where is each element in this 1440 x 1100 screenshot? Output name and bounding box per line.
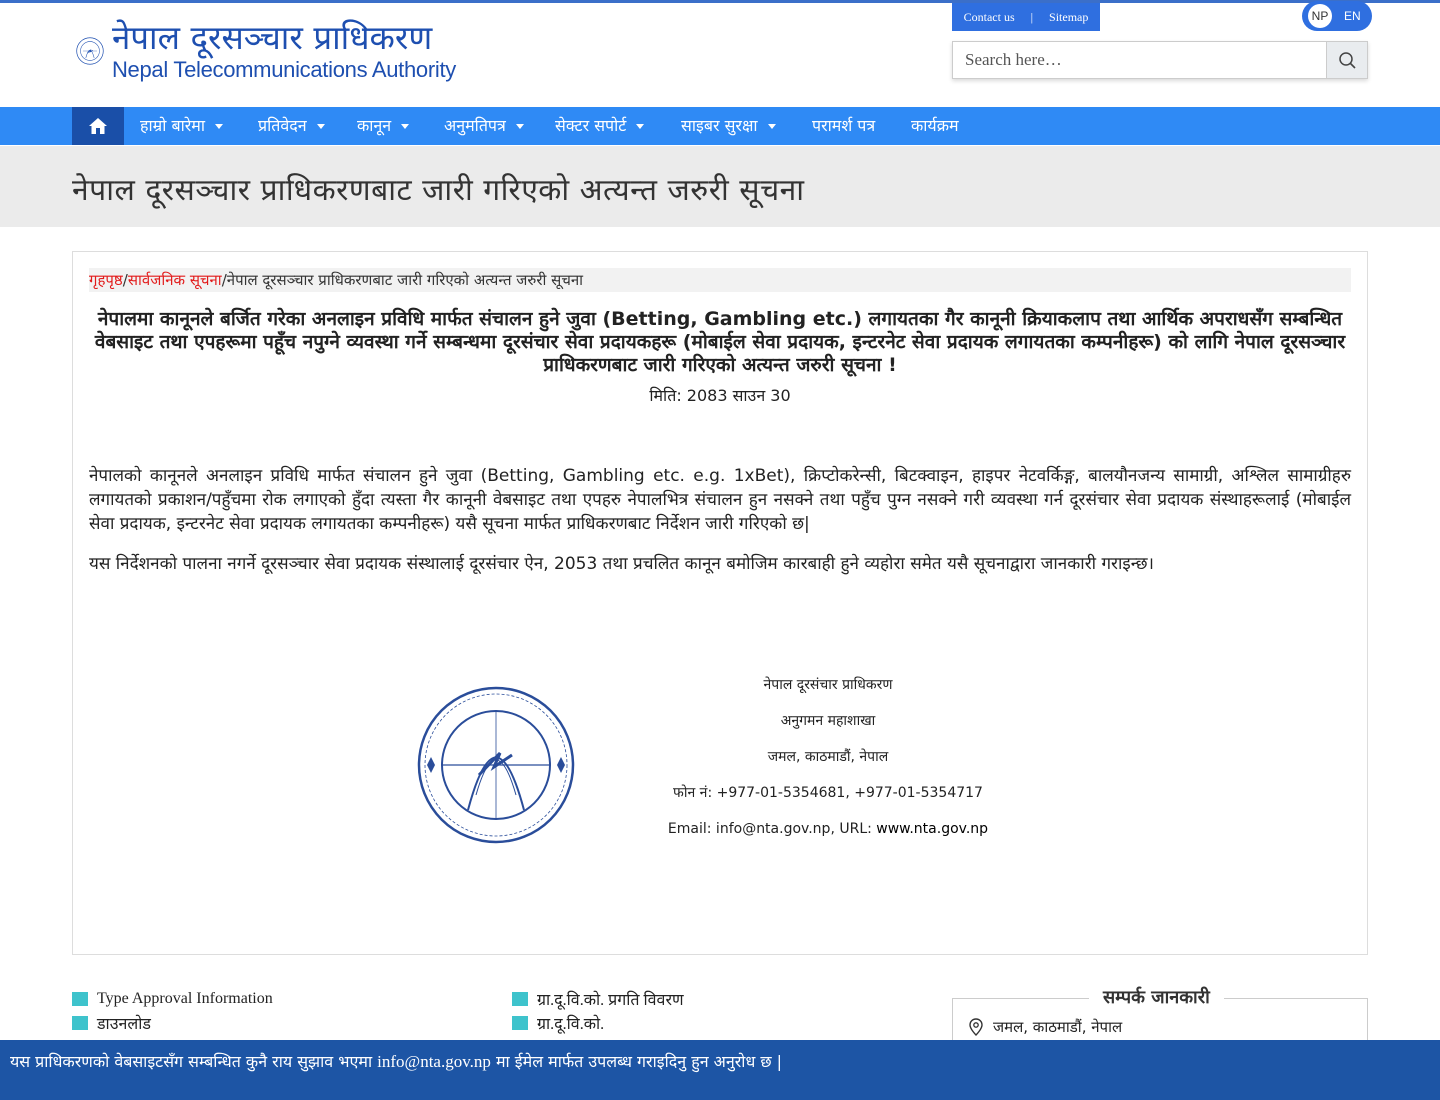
nav-item-law[interactable]: कानून — [357, 107, 410, 145]
list-marker — [512, 1016, 528, 1030]
footer-links-col-1: Type Approval Information डाउनलोड — [72, 987, 273, 1035]
caret-down-icon — [636, 124, 645, 129]
nav-label: साइबर सुरक्षा — [681, 116, 758, 135]
nav-item-license[interactable]: अनुमतिपत्र — [444, 107, 524, 145]
nav-home-button[interactable] — [72, 107, 124, 145]
nav-label: परामर्श पत्र — [812, 116, 876, 135]
site-logo[interactable]: नेपाल दूरसञ्चार प्राधिकरण Nepal Telecomm… — [76, 10, 456, 92]
main-nav: हाम्रो बारेमा प्रतिवेदन कानून अनुमतिपत्र… — [0, 107, 1440, 145]
contact-address-row: जमल, काठमाडौं, नेपाल — [969, 1017, 1122, 1037]
nta-seal-logo — [76, 37, 104, 65]
lang-en-button[interactable]: EN — [1344, 9, 1361, 23]
notice-paragraph-2: यस निर्देशनको पालना नगर्ने दूरसञ्चार सेव… — [89, 554, 1154, 574]
caret-down-icon — [316, 124, 325, 129]
caret-down-icon — [401, 124, 410, 129]
nav-label: अनुमतिपत्र — [444, 116, 506, 135]
contact-address: जमल, काठमाडौं, नेपाल — [993, 1018, 1123, 1036]
top-links-separator: | — [1030, 9, 1034, 24]
page-title-banner: नेपाल दूरसञ्चार प्राधिकरणबाट जारी गरिएको… — [0, 146, 1440, 227]
nav-item-sector-support[interactable]: सेक्टर सपोर्ट — [555, 107, 645, 145]
nav-label: कानून — [357, 116, 392, 135]
top-links: Contact us | Sitemap — [952, 3, 1100, 31]
nav-item-programs[interactable]: कार्यक्रम — [911, 107, 959, 145]
search-box — [952, 41, 1368, 79]
nav-label: प्रतिवेदन — [258, 116, 307, 135]
sitemap-link[interactable]: Sitemap — [1049, 10, 1088, 25]
nav-item-reports[interactable]: प्रतिवेदन — [258, 107, 325, 145]
lang-np-button[interactable]: NP — [1308, 4, 1332, 28]
list-marker — [72, 992, 88, 1006]
signature-email-line: Email: info@nta.gov.np, URL: www.nta.gov… — [663, 820, 993, 856]
language-switcher: NP EN — [1302, 1, 1372, 31]
footer-link-label: Type Approval Information — [97, 990, 273, 1007]
notice-paragraph-1: नेपालको कानूनले अनलाइन प्रविधि मार्फत सं… — [89, 466, 1351, 534]
nav-item-about[interactable]: हाम्रो बारेमा — [140, 107, 223, 145]
footer-link[interactable]: ग्रा.दू.वि.को. — [512, 1011, 684, 1035]
notice-card: गृहपृष्ठ/सार्वजनिक सूचना/नेपाल दूरसञ्चार… — [72, 251, 1368, 955]
feedback-text-1: यस प्राधिकरणको वेबसाइटसँग सम्बन्धित कुनै… — [10, 1052, 378, 1071]
signature-email: Email: info@nta.gov.np, URL: — [667, 821, 877, 837]
footer-link[interactable]: ग्रा.दू.वि.को. प्रगति विवरण — [512, 987, 684, 1011]
breadcrumb-current: नेपाल दूरसञ्चार प्राधिकरणबाट जारी गरिएको… — [226, 271, 584, 289]
nav-label: सेक्टर सपोर्ट — [555, 116, 627, 135]
notice-date: मिति: 2083 साउन 30 — [649, 386, 791, 405]
nav-item-cyber-security[interactable]: साइबर सुरक्षा — [681, 107, 776, 145]
nav-item-consultation[interactable]: परामर्श पत्र — [812, 107, 875, 145]
list-marker — [512, 992, 528, 1006]
search-icon — [1339, 52, 1356, 69]
nav-label: हाम्रो बारेमा — [140, 116, 205, 135]
signature-address: जमल, काठमाडौं, नेपाल — [767, 749, 889, 765]
footer-link-label: डाउनलोड — [97, 1016, 151, 1033]
signature-department: अनुगमन महाशाखा — [780, 713, 876, 729]
footer-link-label: ग्रा.दू.वि.को. प्रगति विवरण — [537, 992, 684, 1009]
contact-us-link[interactable]: Contact us — [964, 10, 1015, 25]
caret-down-icon — [214, 124, 223, 129]
list-marker — [72, 1016, 88, 1030]
footer-link[interactable]: डाउनलोड — [72, 1011, 273, 1035]
notice-headline: नेपालमा कानूनले बर्जित गरेका अनलाइन प्रव… — [94, 308, 1346, 376]
home-icon — [89, 118, 107, 134]
breadcrumb-home-link[interactable]: गृहपृष्ठ — [89, 271, 123, 289]
footer-links-col-2: ग्रा.दू.वि.को. प्रगति विवरण ग्रा.दू.वि.क… — [512, 987, 684, 1035]
signature-url-link[interactable]: www.nta.gov.np — [876, 821, 988, 837]
breadcrumb-section-link[interactable]: सार्वजनिक सूचना — [128, 271, 222, 289]
signature-org: नेपाल दूरसंचार प्राधिकरण — [763, 677, 893, 693]
breadcrumb: गृहपृष्ठ/सार्वजनिक सूचना/नेपाल दूरसञ्चार… — [89, 268, 1351, 292]
caret-down-icon — [767, 124, 776, 129]
feedback-bar: यस प्राधिकरणको वेबसाइटसँग सम्बन्धित कुनै… — [0, 1040, 1440, 1100]
search-input[interactable] — [953, 42, 1326, 78]
footer-link[interactable]: Type Approval Information — [72, 987, 273, 1011]
signature-phone: फोन नं: +977-01-5354681, +977-01-5354717 — [673, 785, 983, 801]
logo-title-english: Nepal Telecommunications Authority — [111, 57, 456, 82]
signature-block: नेपाल दूरसंचार प्राधिकरण अनुगमन महाशाखा … — [663, 676, 993, 856]
top-accent-line — [0, 0, 1440, 3]
search-button[interactable] — [1326, 42, 1367, 78]
feedback-email-link[interactable]: info@nta.gov.np — [377, 1052, 491, 1071]
nav-label: कार्यक्रम — [911, 116, 959, 135]
footer-link-label: ग्रा.दू.वि.को. — [537, 1016, 605, 1033]
location-icon — [969, 1018, 983, 1036]
page-title: नेपाल दूरसञ्चार प्राधिकरणबाट जारी गरिएको… — [72, 173, 805, 208]
caret-down-icon — [515, 124, 524, 129]
nta-official-seal — [417, 686, 575, 844]
logo-title-nepali: नेपाल दूरसञ्चार प्राधिकरण — [111, 18, 433, 57]
contact-title: सम्पर्क जानकारी — [1089, 985, 1224, 1009]
feedback-text-2: मा ईमेल मार्फत उपलब्ध गराइदिनु हुन अनुरो… — [490, 1052, 783, 1071]
